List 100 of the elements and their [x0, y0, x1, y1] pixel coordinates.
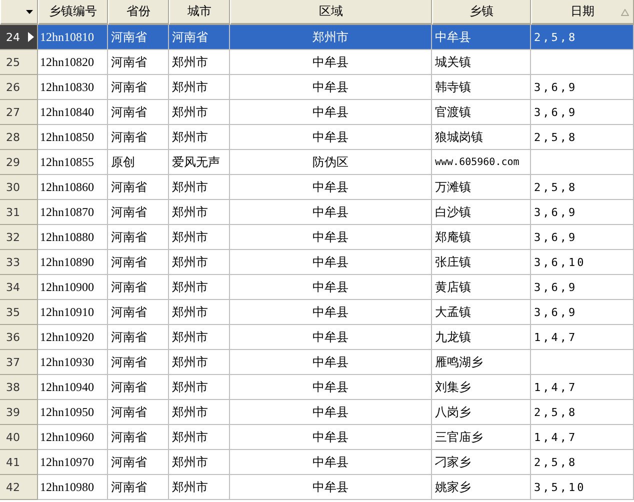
table-cell: 1,4,7 [531, 425, 634, 450]
table-cell: 郑州市 [230, 25, 432, 50]
table-cell: 12hn10840 [38, 100, 108, 125]
table-cell: 12hn10970 [38, 450, 108, 475]
row-number[interactable]: 30 [0, 175, 38, 200]
table-cell: 河南省 [108, 225, 169, 250]
row-number[interactable]: 35 [0, 300, 38, 325]
table-cell: 韩寺镇 [432, 75, 531, 100]
table-cell: 1,4,7 [531, 325, 634, 350]
table-cell: 12hn10980 [38, 475, 108, 500]
column-header[interactable]: 日期 [531, 0, 634, 25]
row-number[interactable]: 36 [0, 325, 38, 350]
column-header[interactable]: 乡镇编号 [38, 0, 108, 25]
table-cell: 12hn10930 [38, 350, 108, 375]
table-cell: 河南省 [108, 50, 169, 75]
row-number[interactable]: 24 [0, 25, 38, 50]
table-cell: 万滩镇 [432, 175, 531, 200]
table-cell: 郑州市 [169, 350, 230, 375]
table-cell: 河南省 [108, 425, 169, 450]
table-cell: 中牟县 [230, 325, 432, 350]
row-number[interactable]: 26 [0, 75, 38, 100]
table-cell: 河南省 [169, 25, 230, 50]
table-cell: 3,6,9 [531, 75, 634, 100]
table-cell: 河南省 [108, 275, 169, 300]
row-number[interactable]: 29 [0, 150, 38, 175]
table-cell: 3,6,9 [531, 225, 634, 250]
row-number[interactable]: 40 [0, 425, 38, 450]
row-number[interactable]: 34 [0, 275, 38, 300]
table-cell: 河南省 [108, 200, 169, 225]
row-number[interactable]: 32 [0, 225, 38, 250]
table-cell: 3,6,9 [531, 275, 634, 300]
table-cell: 郑州市 [169, 275, 230, 300]
table-cell: 郑州市 [169, 100, 230, 125]
table-cell: 原创 [108, 150, 169, 175]
table-cell: 河南省 [108, 175, 169, 200]
row-number[interactable]: 42 [0, 475, 38, 500]
column-header[interactable]: 区域 [230, 0, 432, 25]
sort-ascending-icon [621, 9, 629, 16]
table-cell: 中牟县 [230, 100, 432, 125]
table-cell: 河南省 [108, 300, 169, 325]
table-cell: 刘集乡 [432, 375, 531, 400]
table-cell: 中牟县 [230, 300, 432, 325]
table-cell: 3,6,10 [531, 250, 634, 275]
row-number[interactable]: 41 [0, 450, 38, 475]
table-cell: 郑州市 [169, 175, 230, 200]
table-cell: 12hn10855 [38, 150, 108, 175]
table-cell: 河南省 [108, 475, 169, 500]
table-cell: 河南省 [108, 450, 169, 475]
table-cell: 郑庵镇 [432, 225, 531, 250]
table-cell: 12hn10900 [38, 275, 108, 300]
table-cell: 中牟县 [230, 350, 432, 375]
table-cell: 河南省 [108, 100, 169, 125]
table-cell: 12hn10860 [38, 175, 108, 200]
table-cell: 中牟县 [230, 375, 432, 400]
table-cell: 城关镇 [432, 50, 531, 75]
column-header[interactable]: 乡镇 [432, 0, 531, 25]
table-cell: 中牟县 [230, 250, 432, 275]
table-cell: 12hn10940 [38, 375, 108, 400]
table-cell: 姚家乡 [432, 475, 531, 500]
table-cell: 2,5,8 [531, 400, 634, 425]
table-cell: 12hn10880 [38, 225, 108, 250]
row-number[interactable]: 27 [0, 100, 38, 125]
row-number[interactable]: 39 [0, 400, 38, 425]
table-cell: 中牟县 [230, 175, 432, 200]
table-cell: 官渡镇 [432, 100, 531, 125]
row-pointer-icon [28, 32, 34, 42]
table-cell: 刁家乡 [432, 450, 531, 475]
table-cell: 12hn10890 [38, 250, 108, 275]
table-cell: 郑州市 [169, 375, 230, 400]
table-cell: 爱风无声 [169, 150, 230, 175]
table-cell: www.605960.com [432, 150, 531, 175]
table-cell: 郑州市 [169, 50, 230, 75]
row-number[interactable]: 33 [0, 250, 38, 275]
table-cell: 雁鸣湖乡 [432, 350, 531, 375]
table-cell: 郑州市 [169, 75, 230, 100]
column-header[interactable]: 省份 [108, 0, 169, 25]
table-cell: 郑州市 [169, 450, 230, 475]
table-cell: 3,6,9 [531, 300, 634, 325]
corner-header[interactable] [0, 0, 38, 25]
table-cell: 2,5,8 [531, 25, 634, 50]
row-number[interactable]: 31 [0, 200, 38, 225]
row-number[interactable]: 38 [0, 375, 38, 400]
row-number[interactable]: 28 [0, 125, 38, 150]
table-cell: 郑州市 [169, 475, 230, 500]
table-cell: 张庄镇 [432, 250, 531, 275]
table-cell: 3,6,9 [531, 100, 634, 125]
table-cell: 1,4,7 [531, 375, 634, 400]
column-header[interactable]: 城市 [169, 0, 230, 25]
table-cell: 中牟县 [230, 50, 432, 75]
table-cell: 3,5,10 [531, 475, 634, 500]
row-number[interactable]: 37 [0, 350, 38, 375]
table-cell: 大孟镇 [432, 300, 531, 325]
table-cell: 中牟县 [230, 125, 432, 150]
table-cell: 12hn10870 [38, 200, 108, 225]
row-number[interactable]: 25 [0, 50, 38, 75]
table-cell: 中牟县 [230, 200, 432, 225]
table-cell: 河南省 [108, 375, 169, 400]
table-cell: 河南省 [108, 25, 169, 50]
table-cell: 黄店镇 [432, 275, 531, 300]
table-cell: 中牟县 [230, 400, 432, 425]
